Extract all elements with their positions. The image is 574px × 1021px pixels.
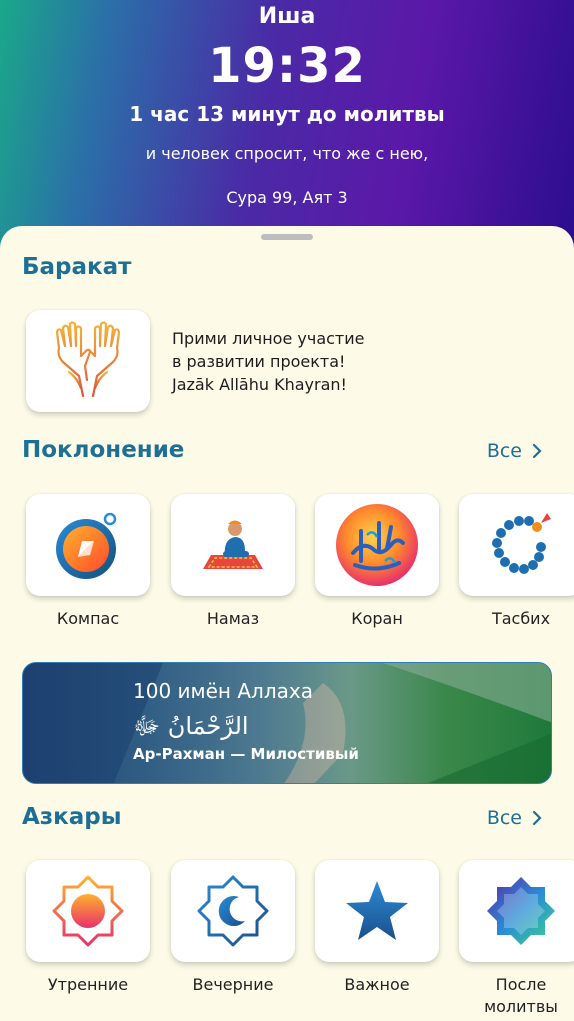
chevron-right-icon (532, 443, 542, 459)
tasbih-label: Тасбих (491, 609, 551, 628)
current-prayer-name: Иша (258, 4, 316, 29)
daily-verse: и человек спросит, что же с нею, (145, 144, 429, 163)
names-of-allah-banner[interactable]: 100 имён Аллаха الرَّحْمَانُ ﷻ Ар-Рахман… (22, 662, 552, 784)
tasbih-card[interactable] (459, 494, 574, 596)
donate-text: Прими личное участие в развитии проекта!… (172, 327, 364, 396)
names-banner-title: 100 имён Аллаха (133, 679, 313, 703)
compass-icon (56, 512, 117, 579)
quran-label: Коран (351, 609, 403, 628)
names-banner-name: Ар-Рахман — Милостивый (133, 745, 359, 763)
worship-title: Поклонение (22, 437, 185, 463)
prayer-header: Иша 19:32 1 час 13 минут до молитвы и че… (0, 0, 574, 260)
chevron-right-icon (532, 810, 542, 826)
compass-label: Компас (56, 609, 120, 628)
after-prayer-azkar-card[interactable] (459, 860, 574, 962)
prayer-countdown: 1 час 13 минут до молитвы (129, 102, 445, 126)
morning-azkar-label: Утренние (47, 975, 129, 994)
namaz-card[interactable] (171, 494, 295, 596)
morning-azkar-card[interactable] (26, 860, 150, 962)
prayer-mat-icon (203, 520, 263, 569)
evening-azkar-card[interactable] (171, 860, 295, 962)
azkar-title: Азкары (22, 804, 122, 830)
current-time: 19:32 (208, 38, 366, 94)
see-all-label: Все (486, 440, 522, 462)
after-prayer-azkar-label: После молитвы (484, 975, 558, 1016)
names-banner-arabic: الرَّحْمَانُ ﷻ (133, 712, 249, 740)
important-azkar-label: Важное (344, 975, 410, 994)
donate-line-3: Jazāk Allāhu Khayran! (172, 375, 347, 394)
azkar-see-all[interactable]: Все (487, 807, 542, 829)
prayer-beads-icon (492, 513, 551, 574)
quran-card[interactable] (315, 494, 439, 596)
quran-calligraphy-icon (336, 504, 418, 586)
sunrise-icon (52, 875, 124, 947)
star-icon (346, 881, 408, 940)
crescent-moon-icon (197, 875, 269, 947)
baraka-title: Баракат (22, 254, 132, 280)
worship-see-all[interactable]: Все (487, 440, 542, 462)
verse-reference: Сура 99, Аят 3 (226, 188, 348, 207)
praying-hands-icon (55, 321, 121, 398)
namaz-label: Намаз (206, 609, 260, 628)
evening-azkar-label: Вечерние (192, 975, 274, 994)
drag-handle[interactable] (261, 234, 313, 240)
compass-card[interactable] (26, 494, 150, 596)
content-sheet: Баракат Прими личное участие в развитии … (0, 226, 574, 1021)
donate-line-1: Прими личное участие (172, 329, 365, 348)
see-all-label: Все (486, 807, 522, 829)
donate-card[interactable] (26, 310, 150, 412)
important-azkar-card[interactable] (315, 860, 439, 962)
octagram-icon (487, 877, 555, 945)
donate-line-2: в развитии проекта! (172, 352, 346, 371)
